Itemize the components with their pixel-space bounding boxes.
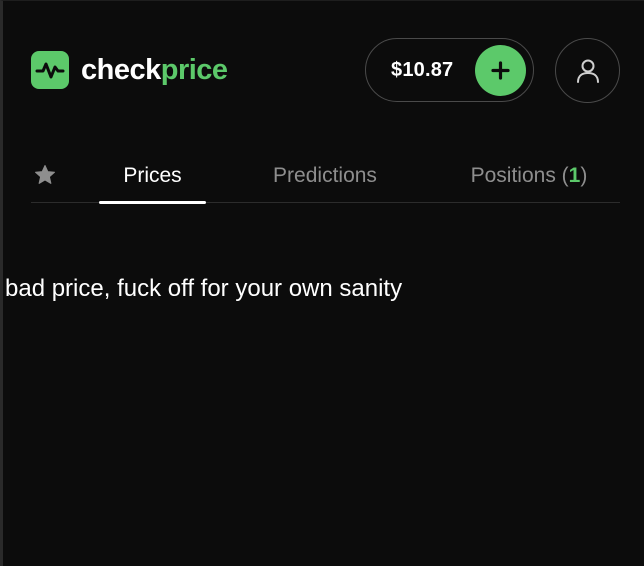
app-frame: checkprice $10.87 Prices Predictions Pos…: [0, 0, 644, 566]
balance-amount: $10.87: [391, 58, 454, 81]
brand-name-part2: price: [160, 53, 228, 86]
user-icon: [576, 59, 599, 83]
brand-logo[interactable]: checkprice: [31, 51, 228, 89]
add-funds-button[interactable]: [475, 45, 526, 96]
tab-positions-label: Positions: [470, 164, 556, 187]
pulse-icon: [31, 51, 69, 89]
brand-name: checkprice: [81, 54, 228, 87]
content-message: bad price, fuck off for your own sanity: [5, 275, 403, 302]
favorites-tab[interactable]: [31, 161, 59, 189]
star-icon: [35, 165, 55, 184]
tab-bar: Prices Predictions Positions (1): [31, 149, 620, 204]
positions-count: 1: [568, 164, 581, 187]
tab-predictions[interactable]: Predictions: [257, 149, 393, 203]
profile-button[interactable]: [555, 38, 620, 103]
brand-name-part1: check: [81, 53, 161, 86]
balance-pill[interactable]: $10.87: [365, 38, 534, 102]
plus-icon: [475, 45, 526, 96]
tab-prices[interactable]: Prices: [99, 149, 206, 204]
tab-positions[interactable]: Positions (1): [457, 149, 601, 203]
